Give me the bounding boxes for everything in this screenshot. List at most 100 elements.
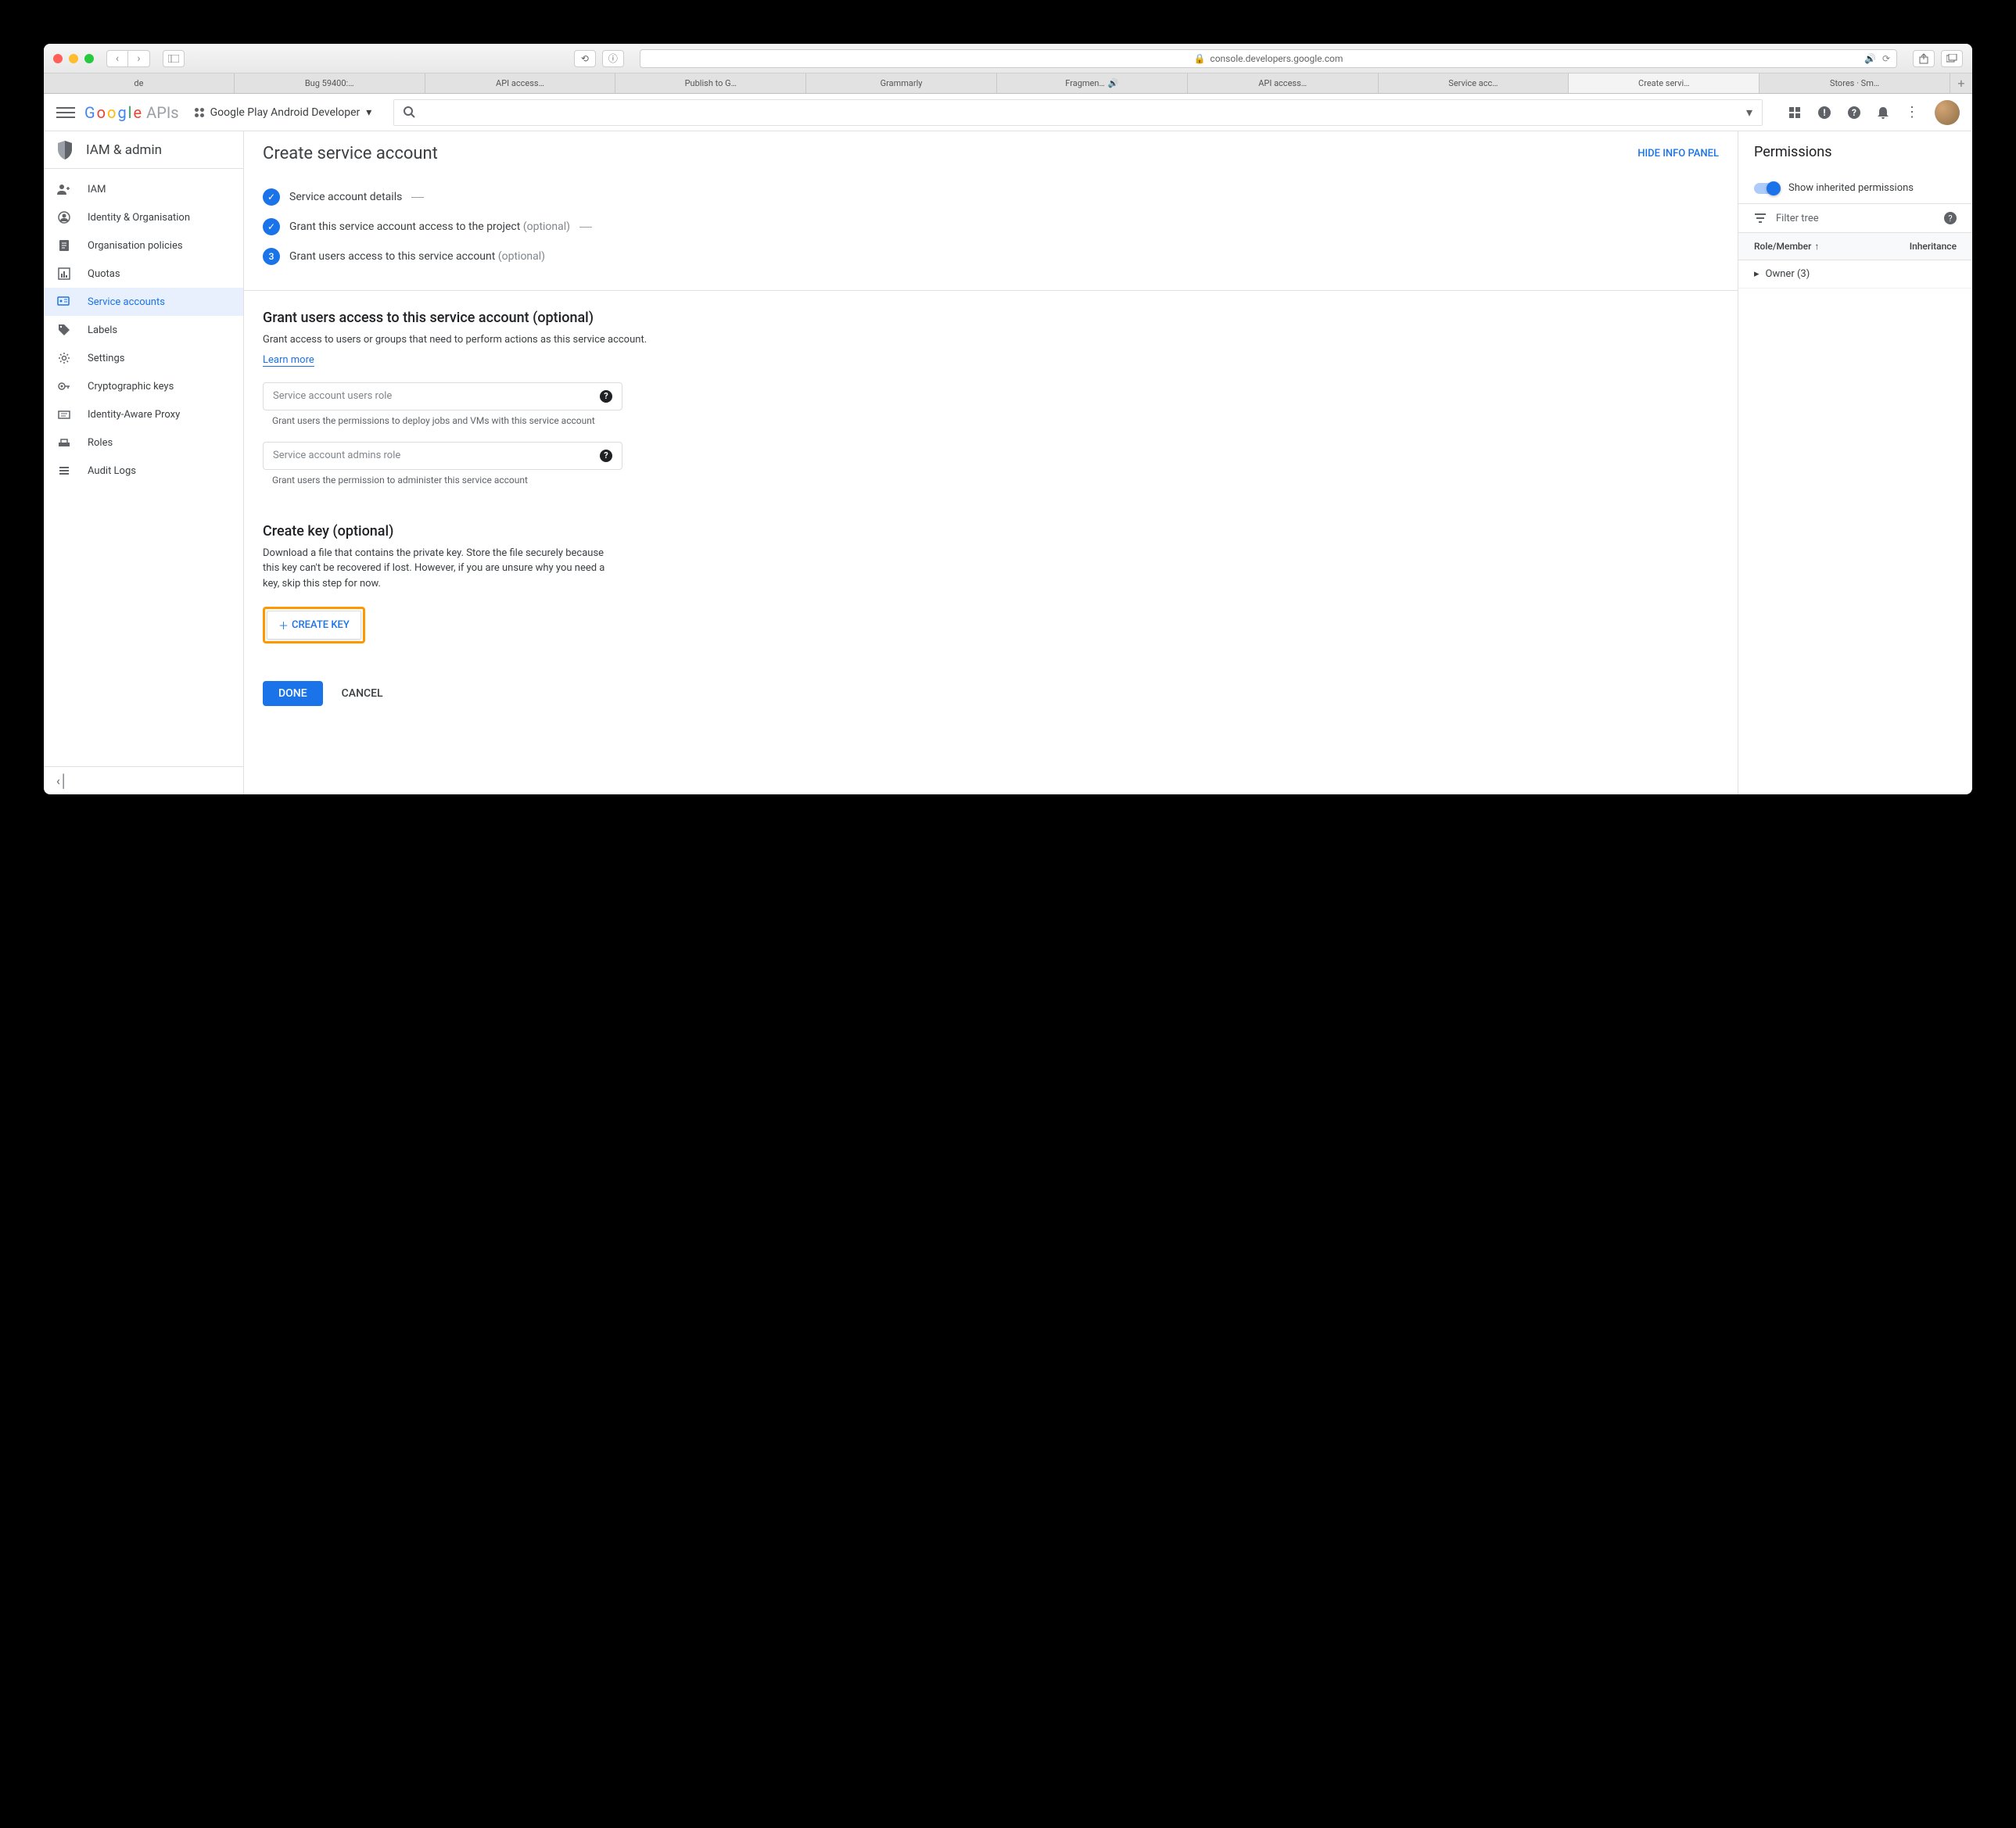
sidebar-item-settings[interactable]: Settings bbox=[44, 344, 243, 372]
close-window-button[interactable] bbox=[53, 54, 63, 63]
help-icon[interactable]: ? bbox=[600, 390, 612, 403]
browser-tab[interactable]: API access… bbox=[1188, 73, 1379, 93]
collapse-sidebar-button[interactable]: ‹│ bbox=[44, 766, 243, 794]
person-plus-icon bbox=[56, 184, 72, 195]
browser-tab[interactable]: Service acc… bbox=[1379, 73, 1569, 93]
hamburger-menu-button[interactable] bbox=[56, 103, 75, 122]
permissions-table-header: Role/Member ↑ Inheritance bbox=[1738, 233, 1972, 260]
filter-input[interactable]: Filter tree bbox=[1776, 213, 1819, 224]
browser-tab[interactable]: Stores · Sm… bbox=[1760, 73, 1950, 93]
search-bar[interactable]: ▾ bbox=[393, 99, 1763, 126]
sidebar-item-quotas[interactable]: Quotas bbox=[44, 260, 243, 288]
main-content: Create service account HIDE INFO PANEL S… bbox=[244, 131, 1738, 794]
learn-more-link[interactable]: Learn more bbox=[263, 354, 314, 367]
svg-text:?: ? bbox=[1852, 107, 1856, 118]
admins-role-input[interactable]: Service account admins role ? bbox=[263, 442, 622, 470]
users-role-input[interactable]: Service account users role ? bbox=[263, 382, 622, 410]
tag-icon bbox=[56, 324, 72, 336]
sound-icon: 🔊 bbox=[1108, 78, 1119, 88]
minimize-window-button[interactable] bbox=[69, 54, 78, 63]
browser-tab[interactable]: Grammarly bbox=[806, 73, 997, 93]
info-panel: Permissions Show inherited permissions F… bbox=[1738, 131, 1972, 794]
sidebar-item-audit-logs[interactable]: Audit Logs bbox=[44, 457, 243, 485]
forward-button[interactable]: › bbox=[128, 50, 150, 67]
step-2[interactable]: Grant this service account access to the… bbox=[263, 212, 1719, 242]
checkmark-icon bbox=[263, 218, 280, 235]
grant-heading: Grant users access to this service accou… bbox=[263, 310, 1719, 326]
back-button[interactable]: ‹ bbox=[106, 50, 128, 67]
iap-icon bbox=[56, 409, 72, 420]
inheritance-column[interactable]: Inheritance bbox=[1910, 241, 1957, 252]
svg-text:!: ! bbox=[1823, 107, 1825, 118]
sidebar-item-iap[interactable]: Identity-Aware Proxy bbox=[44, 400, 243, 428]
sidebar-item-roles[interactable]: Roles bbox=[44, 428, 243, 457]
browser-tab[interactable]: Publish to G… bbox=[615, 73, 806, 93]
cloud-header: Google APIs Google Play Android Develope… bbox=[44, 94, 1972, 131]
sidebar-item-labels[interactable]: Labels bbox=[44, 316, 243, 344]
alert-icon[interactable]: ! bbox=[1817, 106, 1831, 120]
more-icon[interactable]: ⋮ bbox=[1905, 104, 1919, 120]
service-account-icon bbox=[56, 296, 72, 307]
left-sidebar: IAM & admin IAM Identity & Organisation … bbox=[44, 131, 244, 794]
sidebar-item-crypto-keys[interactable]: Cryptographic keys bbox=[44, 372, 243, 400]
role-member-column[interactable]: Role/Member ↑ bbox=[1754, 241, 1910, 252]
checkmark-icon bbox=[263, 188, 280, 206]
google-apis-logo[interactable]: Google APIs bbox=[84, 103, 179, 122]
sound-icon[interactable]: 🔊 bbox=[1864, 53, 1876, 64]
done-button[interactable]: DONE bbox=[263, 681, 323, 706]
project-selector[interactable]: Google Play Android Developer ▾ bbox=[195, 106, 372, 119]
cancel-button[interactable]: CANCEL bbox=[342, 687, 383, 700]
sidebar-item-iam[interactable]: IAM bbox=[44, 175, 243, 203]
url-text: console.developers.google.com bbox=[1210, 53, 1343, 64]
user-avatar[interactable] bbox=[1935, 100, 1960, 125]
roles-icon bbox=[56, 438, 72, 447]
bell-icon[interactable] bbox=[1877, 106, 1889, 120]
step-number-badge: 3 bbox=[263, 248, 280, 265]
titlebar: ‹ › ⟲ ⓘ 🔒 console.developers.google.com … bbox=[44, 44, 1972, 73]
section-title: IAM & admin bbox=[86, 142, 162, 158]
reader-button[interactable]: ⟲ bbox=[574, 50, 596, 67]
tabs-button[interactable] bbox=[1941, 50, 1963, 67]
maximize-window-button[interactable] bbox=[84, 54, 94, 63]
browser-tab-active[interactable]: Create servi… bbox=[1569, 73, 1760, 93]
browser-tab[interactable]: API access… bbox=[425, 73, 616, 93]
search-icon bbox=[404, 106, 416, 119]
new-tab-button[interactable]: + bbox=[1950, 73, 1972, 93]
browser-tab[interactable]: Bug 59400:… bbox=[235, 73, 425, 93]
create-key-heading: Create key (optional) bbox=[263, 523, 1719, 539]
privacy-button[interactable]: ⓘ bbox=[602, 50, 624, 67]
expand-icon: ▸ bbox=[1754, 268, 1760, 280]
browser-tab[interactable]: de bbox=[44, 73, 235, 93]
chevron-down-icon: ▾ bbox=[366, 106, 371, 119]
address-bar[interactable]: 🔒 console.developers.google.com 🔊 ⟳ bbox=[640, 49, 1897, 68]
stepper: Service account details Grant this servi… bbox=[244, 176, 1738, 291]
create-key-button[interactable]: ＋ CREATE KEY bbox=[267, 611, 361, 640]
create-key-highlight: ＋ CREATE KEY bbox=[263, 607, 365, 643]
permissions-row[interactable]: ▸ Owner (3) bbox=[1738, 260, 1972, 289]
sidebar-toggle-button[interactable] bbox=[163, 50, 185, 67]
help-icon[interactable]: ? bbox=[600, 450, 612, 462]
sidebar-item-service-accounts[interactable]: Service accounts bbox=[44, 288, 243, 316]
sidebar-item-identity[interactable]: Identity & Organisation bbox=[44, 203, 243, 231]
help-icon[interactable]: ? bbox=[1944, 212, 1957, 224]
inherited-permissions-toggle[interactable] bbox=[1754, 183, 1779, 194]
key-icon bbox=[56, 380, 72, 392]
browser-tab[interactable]: Fragmen…🔊 bbox=[997, 73, 1188, 93]
list-icon bbox=[56, 466, 72, 475]
step-3[interactable]: 3 Grant users access to this service acc… bbox=[263, 242, 1719, 271]
section-header: IAM & admin bbox=[44, 131, 243, 169]
step-1[interactable]: Service account details bbox=[263, 182, 1719, 212]
reload-icon[interactable]: ⟳ bbox=[1882, 53, 1890, 64]
hide-info-panel-button[interactable]: HIDE INFO PANEL bbox=[1638, 148, 1719, 160]
gift-icon[interactable] bbox=[1788, 106, 1802, 120]
quota-icon bbox=[56, 267, 72, 280]
gear-icon bbox=[56, 352, 72, 364]
project-name: Google Play Android Developer bbox=[210, 106, 361, 119]
create-key-description: Download a file that contains the privat… bbox=[263, 546, 607, 592]
shield-icon bbox=[56, 140, 74, 160]
field-hint: Grant users the permissions to deploy jo… bbox=[263, 415, 1719, 426]
sidebar-item-org-policies[interactable]: Organisation policies bbox=[44, 231, 243, 260]
filter-icon[interactable] bbox=[1754, 213, 1767, 224]
share-button[interactable] bbox=[1913, 50, 1935, 67]
help-icon[interactable]: ? bbox=[1847, 106, 1861, 120]
